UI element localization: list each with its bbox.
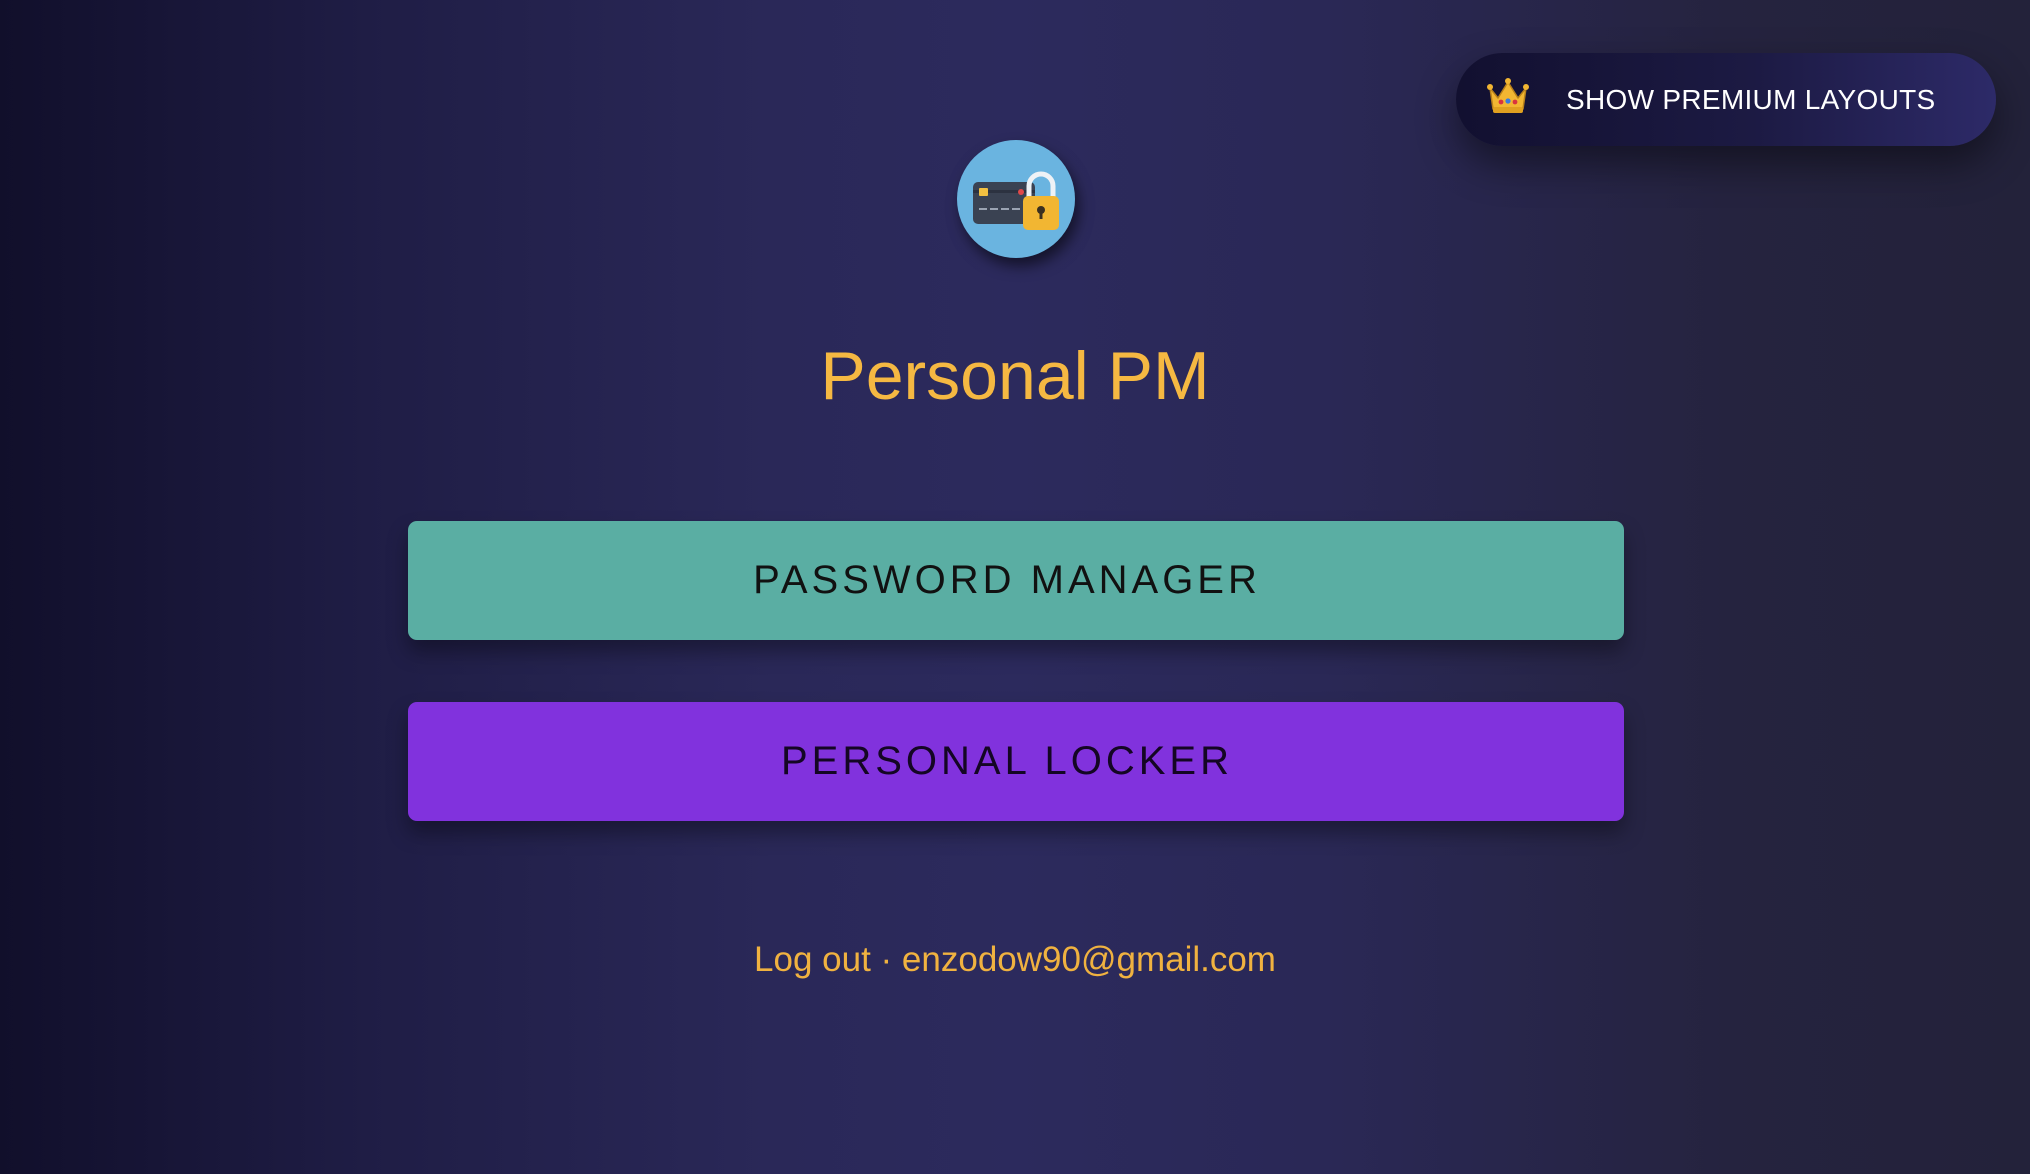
footer: Log out · enzodow90@gmail.com [0,937,2030,983]
app-title: Personal PM [820,338,1210,414]
password-manager-button[interactable]: PASSWORD MANAGER [408,521,1624,640]
user-email: enzodow90@gmail.com [901,940,1276,979]
premium-button-label: SHOW PREMIUM LAYOUTS [1566,83,1936,115]
credit-card-lock-icon [973,171,1059,230]
logout-link[interactable]: Log out [754,940,871,979]
footer-separator: · [880,940,893,979]
app-logo [957,140,1075,258]
show-premium-layouts-button[interactable]: SHOW PREMIUM LAYOUTS [1456,53,1996,146]
personal-locker-button[interactable]: PERSONAL LOCKER [408,702,1624,821]
crown-icon [1486,76,1530,116]
